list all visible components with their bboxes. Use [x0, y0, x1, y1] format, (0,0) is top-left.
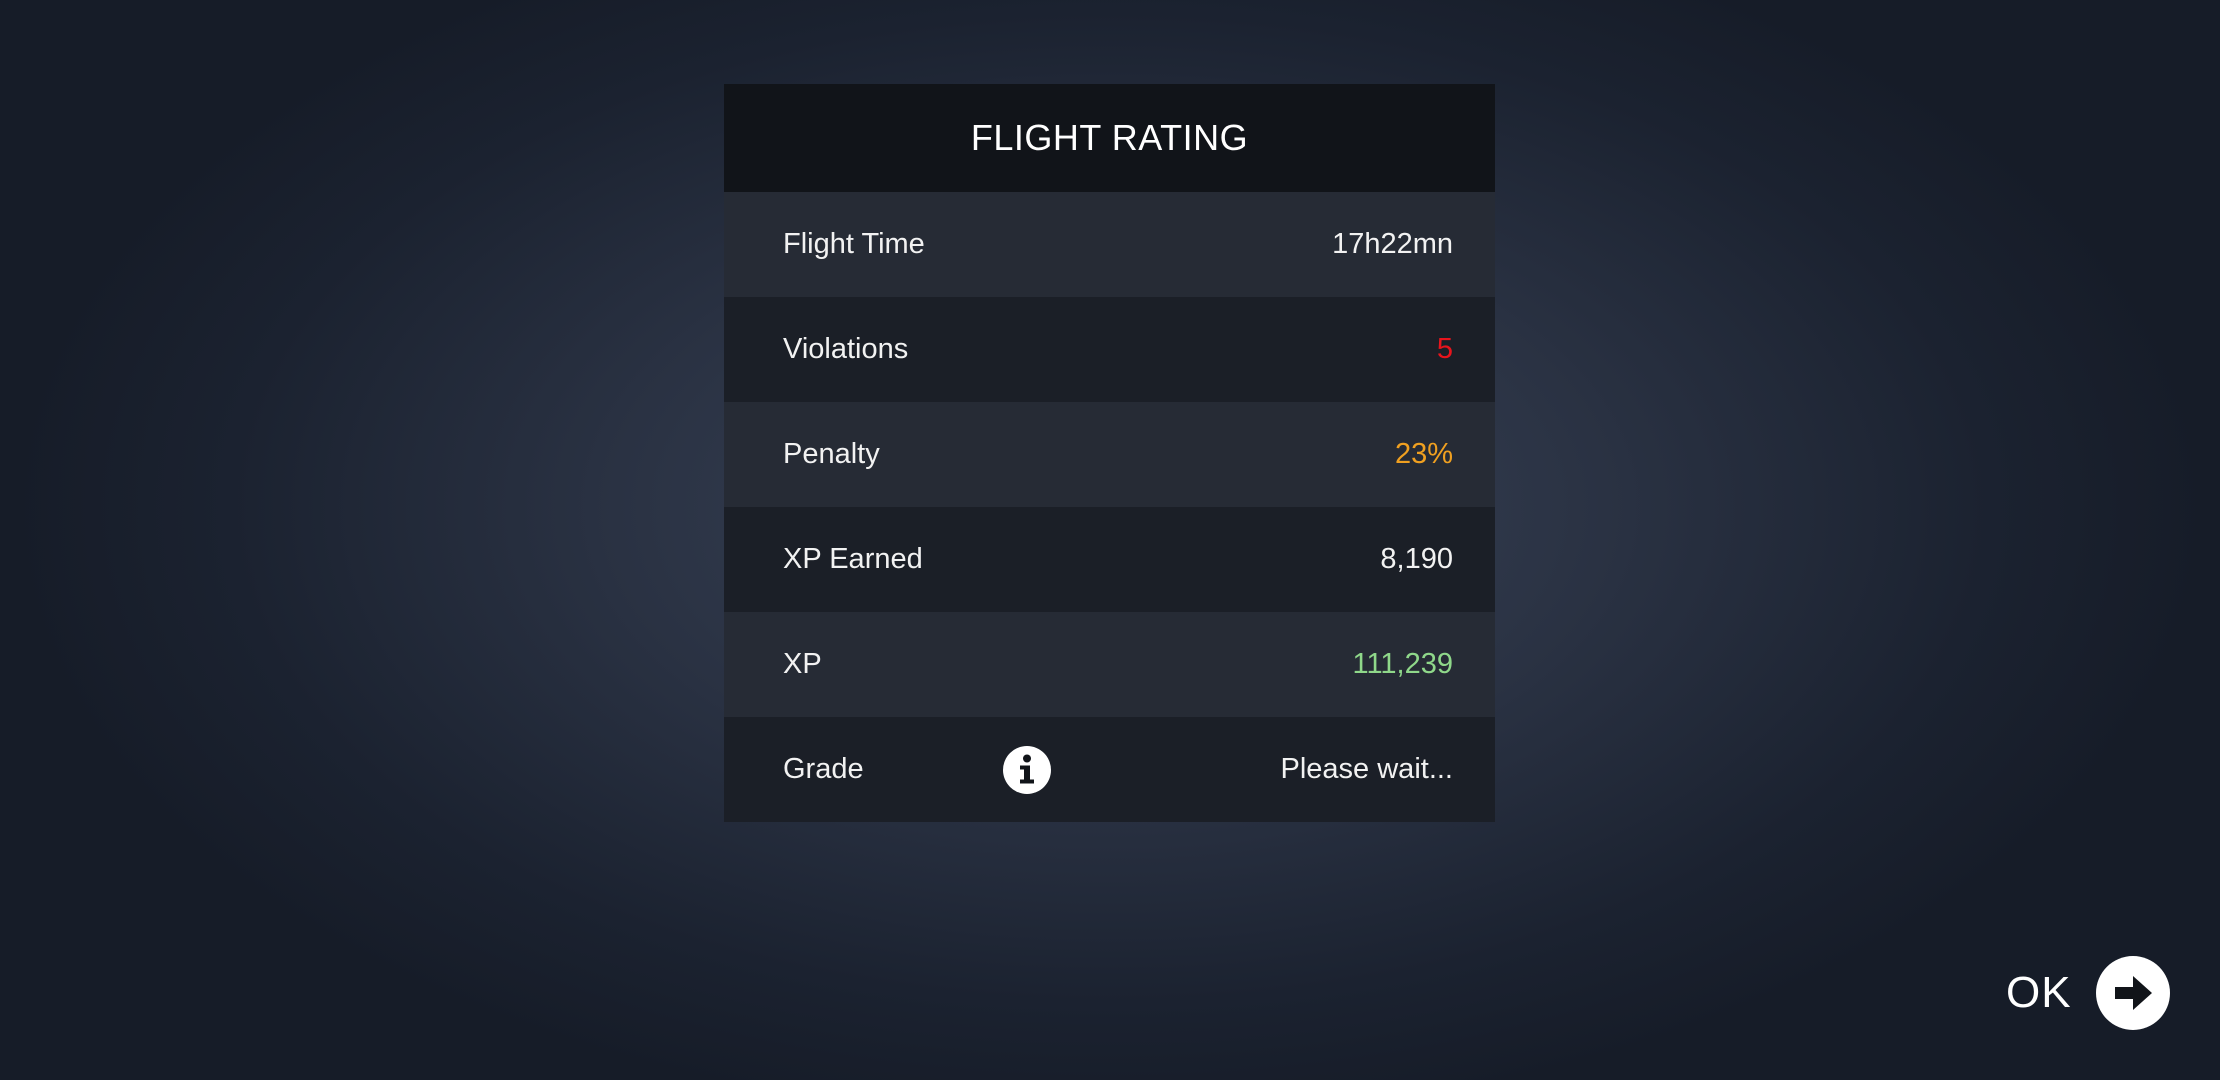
- flight-time-value: 17h22mn: [1332, 228, 1453, 260]
- row-penalty: Penalty 23%: [724, 402, 1495, 507]
- violations-value: 5: [1436, 333, 1453, 365]
- violations-label: Violations: [783, 333, 909, 365]
- xp-value: 111,239: [1352, 648, 1453, 680]
- flight-time-label: Flight Time: [783, 228, 925, 260]
- info-icon[interactable]: [1003, 745, 1051, 794]
- xp-earned-label: XP Earned: [783, 543, 923, 575]
- panel-title: FLIGHT RATING: [970, 117, 1249, 158]
- ok-label: OK: [2006, 968, 2072, 1017]
- panel-header: FLIGHT RATING: [724, 84, 1495, 192]
- xp-label: XP: [783, 648, 822, 680]
- grade-value: Please wait...: [1280, 753, 1453, 785]
- row-xp-earned: XP Earned 8,190: [724, 507, 1495, 612]
- row-violations: Violations 5: [724, 297, 1495, 402]
- row-flight-time: Flight Time 17h22mn: [724, 192, 1495, 297]
- penalty-value: 23%: [1394, 438, 1453, 470]
- flight-rating-panel: FLIGHT RATING Flight Time 17h22mn Violat…: [724, 84, 1495, 822]
- row-xp: XP 111,239: [724, 612, 1495, 717]
- row-grade: Grade Please wait...: [724, 717, 1495, 822]
- xp-earned-value: 8,190: [1380, 543, 1453, 575]
- arrow-right-circle-icon: [2095, 956, 2170, 1030]
- ok-button[interactable]: OK: [2006, 956, 2170, 1030]
- penalty-label: Penalty: [783, 438, 880, 470]
